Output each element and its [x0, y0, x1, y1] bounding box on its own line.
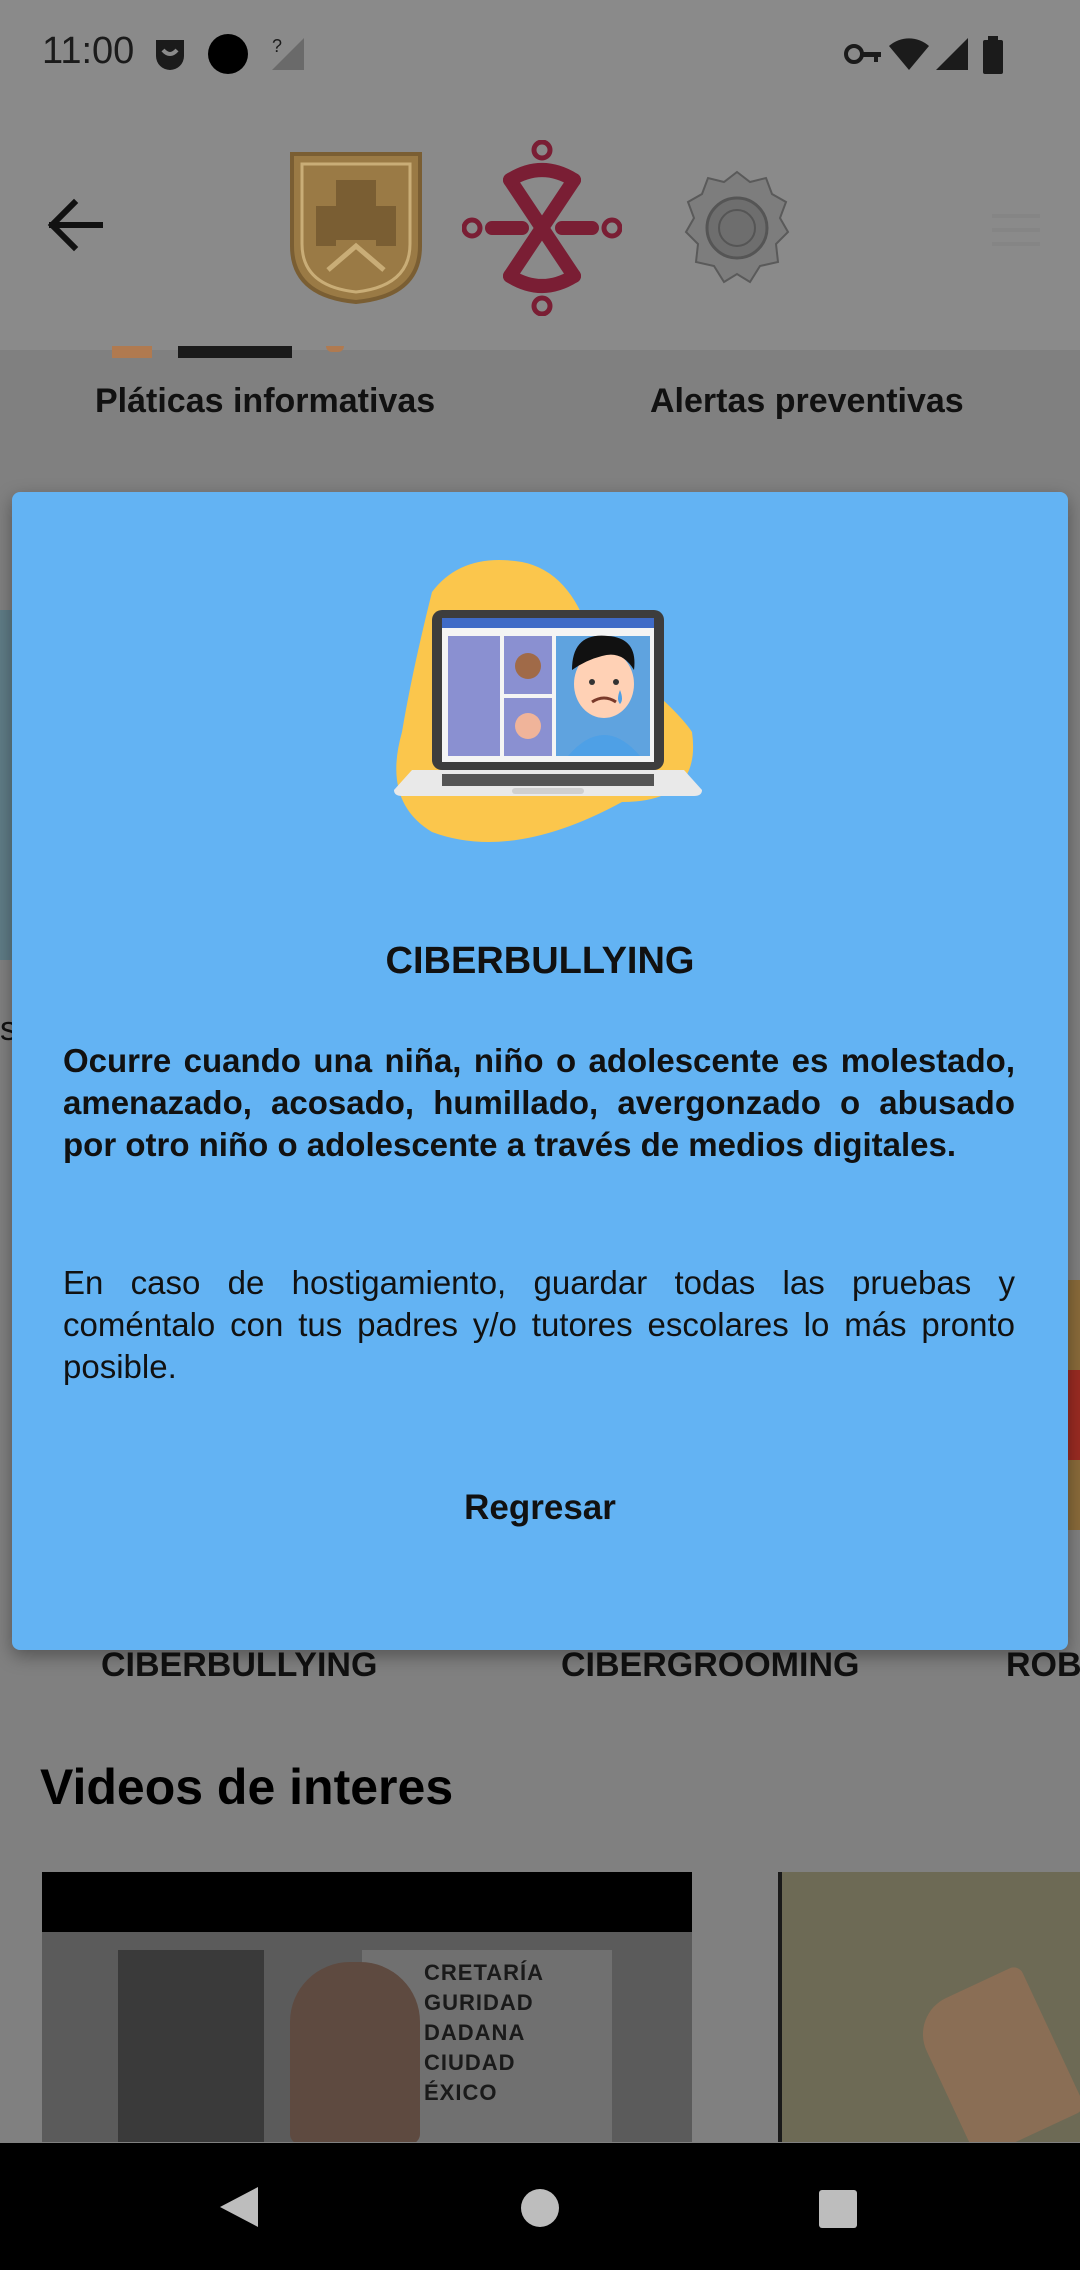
status-time: 11:00 [42, 30, 135, 72]
carousel-card-edge [1066, 1370, 1080, 1460]
wifi-icon [889, 38, 929, 70]
government-knot-logo [462, 140, 622, 316]
dot-icon [208, 34, 248, 74]
nav-home-icon[interactable] [520, 2188, 560, 2228]
video-person [290, 1962, 420, 2142]
card-image-edge [326, 346, 344, 352]
category-alertas-preventivas[interactable]: Alertas preventivas [650, 382, 964, 421]
nav-back-icon[interactable] [218, 2185, 260, 2229]
category-platicas-informativas[interactable]: Pláticas informativas [95, 382, 435, 421]
nav-recents-icon[interactable] [818, 2189, 858, 2229]
back-arrow-icon[interactable] [40, 190, 110, 260]
video-photo-left [118, 1950, 264, 2142]
card-image-edge [178, 346, 292, 358]
card-image-edge [112, 346, 152, 358]
dialog-description: Ocurre cuando una niña, niño o adolescen… [63, 1042, 1015, 1163]
no-signal-icon: ? [272, 36, 304, 70]
card-label-rob[interactable]: ROB [1006, 1646, 1080, 1685]
video-thumbnail[interactable]: CRETARÍA GURIDAD DADANA CIUDAD ÉXICO [42, 1872, 692, 2142]
dialog-advice: En caso de hostigamiento, guardar todas … [63, 1264, 1015, 1385]
videos-section-title: Videos de interes [40, 1759, 454, 1815]
dialog-title: CIBERBULLYING [385, 940, 695, 982]
hamburger-menu-icon[interactable] [990, 210, 1042, 250]
battery-icon [983, 36, 1003, 74]
cdmx-crest-logo [290, 152, 422, 305]
svg-text:?: ? [272, 36, 282, 56]
system-navigation-bar [0, 2143, 1080, 2270]
regresar-button[interactable]: Regresar [412, 1472, 668, 1542]
carousel-card-edge [0, 610, 12, 960]
sad-child-laptop-illustration [394, 560, 702, 842]
card-label-ciberbullying[interactable]: CIBERBULLYING [101, 1646, 377, 1685]
privacy-icon [156, 40, 184, 70]
video-sign-text: CRETARÍA GURIDAD DADANA CIUDAD ÉXICO [424, 1960, 545, 2105]
card-label-cibergrooming[interactable]: CIBERGROOMING [561, 1646, 859, 1685]
police-seal-logo [684, 170, 790, 284]
info-dialog: CIBERBULLYING Ocurre cuando una niña, ni… [12, 492, 1068, 1650]
vpn-key-icon [844, 44, 881, 64]
cell-signal-icon [936, 38, 968, 70]
status-bar: 11:00 ? [0, 0, 1080, 110]
video-thumbnail[interactable] [778, 1872, 1080, 2142]
